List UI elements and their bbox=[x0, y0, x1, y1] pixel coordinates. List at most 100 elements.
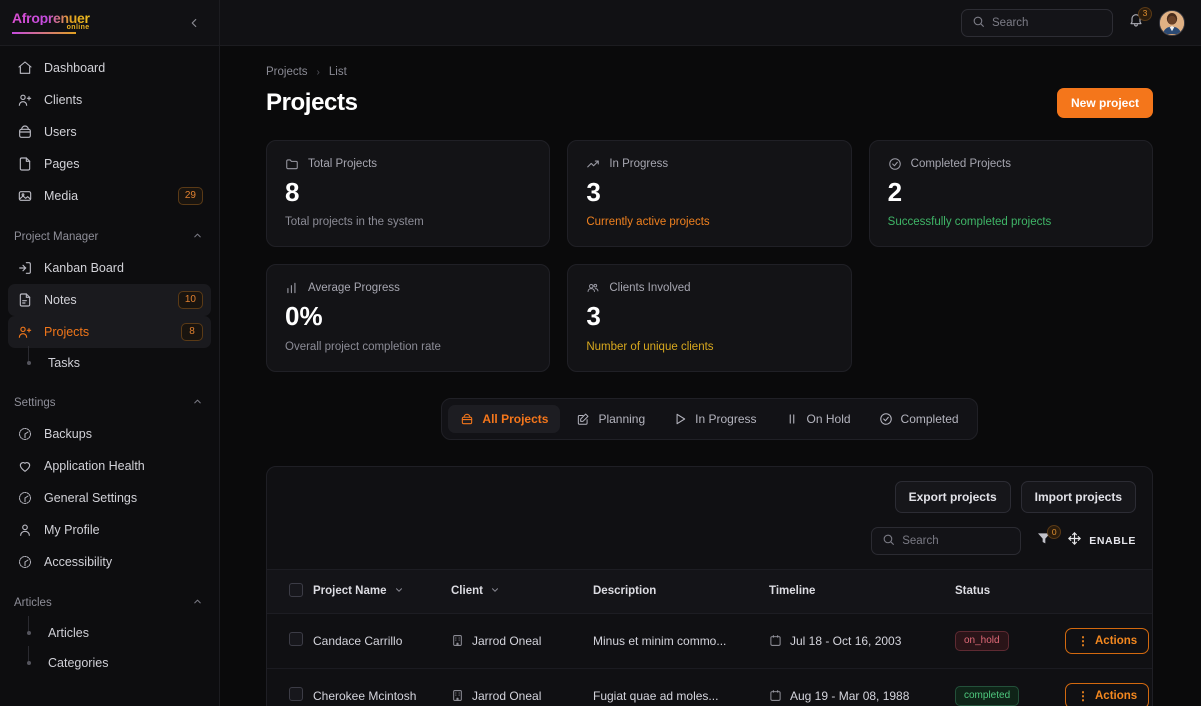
chevron-up-icon bbox=[192, 596, 203, 610]
filter-button[interactable]: 0 bbox=[1035, 532, 1053, 550]
page-content: Projects › List Projects New project Tot… bbox=[220, 46, 1201, 706]
sidebar-item-backups[interactable]: Backups bbox=[8, 418, 211, 450]
chevron-left-icon[interactable] bbox=[183, 12, 205, 34]
filter-tab-all-projects[interactable]: All Projects bbox=[448, 405, 560, 433]
row-actions-button[interactable]: ⋮ Actions bbox=[1065, 628, 1149, 654]
sidebar-item-pages[interactable]: Pages bbox=[8, 148, 211, 180]
chevron-down-icon bbox=[394, 585, 404, 597]
group-title: Articles bbox=[14, 597, 52, 609]
bullet-icon bbox=[20, 631, 37, 635]
sidebar-label: Notes bbox=[44, 293, 167, 307]
global-search-input[interactable]: Search bbox=[961, 9, 1113, 37]
play-icon bbox=[673, 412, 687, 426]
avatar[interactable] bbox=[1159, 10, 1185, 36]
cell-description: Minus et minim commo... bbox=[593, 613, 769, 668]
calendar-icon bbox=[769, 634, 782, 647]
stat-label: In Progress bbox=[609, 158, 668, 170]
edit-square-icon bbox=[576, 412, 590, 426]
stat-header: In Progress bbox=[586, 157, 832, 171]
stat-card-in-progress: In Progress 3 Currently active projects bbox=[567, 140, 851, 247]
stat-card-completed-projects: Completed Projects 2 Successfully comple… bbox=[869, 140, 1153, 247]
pause-icon bbox=[785, 412, 799, 426]
stat-value: 3 bbox=[586, 303, 832, 330]
sidebar-item-projects[interactable]: Projects 8 bbox=[8, 316, 211, 348]
sidebar-item-accessibility[interactable]: Accessibility bbox=[8, 546, 211, 578]
client-name: Jarrod Oneal bbox=[472, 689, 541, 703]
chevron-up-icon bbox=[192, 396, 203, 410]
sidebar-item-categories[interactable]: Categories bbox=[8, 648, 211, 678]
filter-tab-in-progress[interactable]: In Progress bbox=[661, 405, 768, 433]
file-text-icon bbox=[16, 292, 33, 309]
table-header-row: Project Name Client bbox=[267, 570, 1153, 614]
stat-label: Average Progress bbox=[308, 282, 400, 294]
th-project-name[interactable]: Project Name bbox=[313, 570, 451, 614]
sidebar-label: Backups bbox=[44, 427, 203, 441]
stat-header: Clients Involved bbox=[586, 281, 832, 295]
timeline-text: Aug 19 - Mar 08, 1988 bbox=[790, 689, 909, 703]
sidebar-item-notes[interactable]: Notes 10 bbox=[8, 284, 211, 316]
calendar-icon bbox=[769, 689, 782, 702]
stat-card-clients-involved: Clients Involved 3 Number of unique clie… bbox=[567, 264, 851, 371]
sidebar-label: Application Health bbox=[44, 459, 203, 473]
sidebar-item-media[interactable]: Media 29 bbox=[8, 180, 211, 212]
filter-tab-planning[interactable]: Planning bbox=[564, 405, 657, 433]
filter-tab-completed[interactable]: Completed bbox=[867, 405, 971, 433]
group-title: Project Manager bbox=[14, 231, 98, 243]
row-actions-button[interactable]: ⋮ Actions bbox=[1065, 683, 1149, 706]
cell-timeline: Aug 19 - Mar 08, 1988 bbox=[769, 668, 955, 706]
sidebar-item-clients[interactable]: Clients bbox=[8, 84, 211, 116]
sidebar-header: Afroprenuer online bbox=[0, 0, 219, 46]
folder-icon bbox=[285, 157, 299, 171]
stats-grid: Total Projects 8 Total projects in the s… bbox=[266, 140, 1153, 372]
notifications-button[interactable]: 3 bbox=[1125, 12, 1147, 34]
sidebar-group-settings[interactable]: Settings bbox=[0, 388, 219, 418]
sidebar-item-articles[interactable]: Articles bbox=[8, 618, 211, 648]
filter-tab-on-hold[interactable]: On Hold bbox=[773, 405, 863, 433]
building-icon bbox=[451, 634, 464, 647]
sidebar-group-articles[interactable]: Articles bbox=[0, 588, 219, 618]
sidebar-label: General Settings bbox=[44, 491, 203, 505]
th-select-all bbox=[267, 570, 313, 614]
sidebar-label: Kanban Board bbox=[44, 261, 203, 275]
timeline-text: Jul 18 - Oct 16, 2003 bbox=[790, 634, 901, 648]
enable-reorder-toggle[interactable]: ENABLE bbox=[1067, 531, 1136, 551]
sidebar-item-my-profile[interactable]: My Profile bbox=[8, 514, 211, 546]
th-client[interactable]: Client bbox=[451, 570, 593, 614]
cell-description: Fugiat quae ad moles... bbox=[593, 668, 769, 706]
stat-subtitle: Currently active projects bbox=[586, 216, 832, 228]
table-search-input[interactable]: Search bbox=[871, 527, 1021, 555]
breadcrumb-current: List bbox=[329, 66, 347, 78]
move-arrows-icon bbox=[1067, 531, 1082, 551]
breadcrumb-root[interactable]: Projects bbox=[266, 66, 308, 78]
filter-tabs-wrapper: All Projects Planning In Progress bbox=[266, 398, 1153, 440]
sidebar-item-general-settings[interactable]: General Settings bbox=[8, 482, 211, 514]
sidebar-item-kanban-board[interactable]: Kanban Board bbox=[8, 252, 211, 284]
user-plus-icon bbox=[16, 92, 33, 109]
sidebar-group-project-manager[interactable]: Project Manager bbox=[0, 222, 219, 252]
export-projects-button[interactable]: Export projects bbox=[895, 481, 1011, 513]
sidebar-item-application-health[interactable]: Application Health bbox=[8, 450, 211, 482]
cell-client: Jarrod Oneal bbox=[451, 668, 593, 706]
sidebar-item-tasks[interactable]: Tasks bbox=[8, 348, 211, 378]
page-title: Projects bbox=[266, 89, 358, 117]
import-projects-button[interactable]: Import projects bbox=[1021, 481, 1136, 513]
table-row[interactable]: Cherokee Mcintosh Jarrod Oneal Fugiat qu… bbox=[267, 668, 1153, 706]
select-all-checkbox[interactable] bbox=[289, 583, 303, 597]
sidebar-item-dashboard[interactable]: Dashboard bbox=[8, 52, 211, 84]
client-name: Jarrod Oneal bbox=[472, 634, 541, 648]
row-select-cell bbox=[267, 613, 313, 668]
brand-logo[interactable]: Afroprenuer online bbox=[12, 11, 90, 34]
th-label: Status bbox=[955, 585, 990, 597]
cell-project-name: Candace Carrillo bbox=[313, 613, 451, 668]
sidebar-item-users[interactable]: Users bbox=[8, 116, 211, 148]
sidebar-label: Projects bbox=[44, 325, 170, 339]
cell-client: Jarrod Oneal bbox=[451, 613, 593, 668]
projects-table-card: Export projects Import projects Search bbox=[266, 466, 1153, 706]
row-checkbox[interactable] bbox=[289, 632, 303, 646]
row-checkbox[interactable] bbox=[289, 687, 303, 701]
table-row[interactable]: Candace Carrillo Jarrod Oneal Minus et m… bbox=[267, 613, 1153, 668]
enable-label: ENABLE bbox=[1089, 535, 1136, 547]
new-project-button[interactable]: New project bbox=[1057, 88, 1153, 118]
filter-tab-label: Completed bbox=[901, 412, 959, 426]
stat-header: Total Projects bbox=[285, 157, 531, 171]
